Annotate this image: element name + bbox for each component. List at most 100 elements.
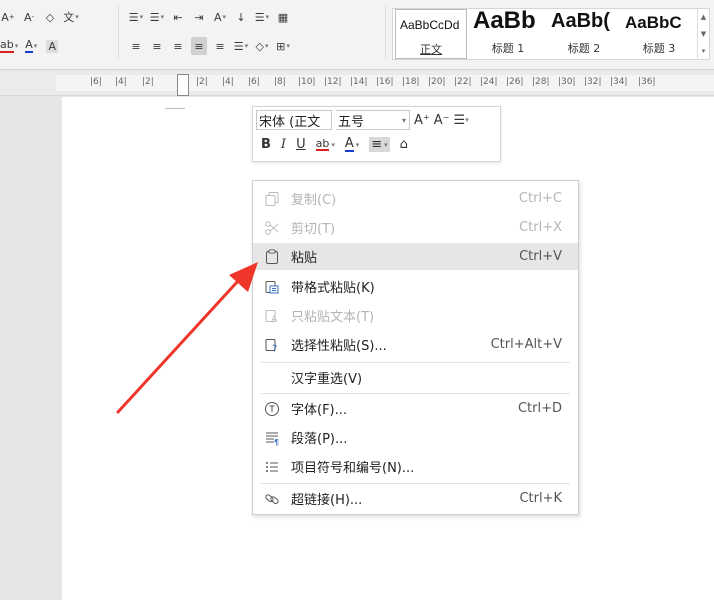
menu-divider [261, 483, 570, 484]
bold-icon: B [261, 137, 271, 152]
highlight-icon: ab [0, 38, 14, 53]
menu-item-label: 超链接(H)... [291, 493, 363, 508]
link-icon [263, 490, 281, 508]
increase-indent-button[interactable]: ⇥ [191, 8, 207, 26]
grow-font-button[interactable]: A + [0, 8, 16, 26]
paragraph-icon: ¶ [263, 429, 281, 447]
font-name-select[interactable]: 宋体 (正文 [256, 110, 332, 130]
ruler-tick: |20| [428, 77, 446, 87]
distributed-button[interactable]: ≡ [212, 37, 228, 55]
list-button[interactable]: ☰ ▾ [454, 113, 469, 128]
table-border-button[interactable]: ▦ [275, 8, 291, 26]
style-preview: AaBb [473, 9, 536, 34]
list-icon [263, 458, 281, 476]
menu-item-label: 只粘贴文本(T) [291, 310, 375, 325]
font-size-select[interactable]: 五号 ▾ [336, 110, 410, 130]
ribbon-paragraph-row-1: ☰ ▾ ☰ ▾ ⇤ ⇥ A ▾ ↓ ☰ ▾ ▦ [128, 8, 291, 26]
char-scale-button[interactable]: A ▾ [212, 8, 228, 26]
font-color-button[interactable]: A ▾ [23, 37, 39, 55]
bold-button[interactable]: B [261, 137, 271, 152]
ruler-tick: |12| [324, 77, 342, 87]
borders-button[interactable]: ⊞ ▾ [275, 37, 291, 55]
style-preview: AaBb( [551, 10, 610, 32]
align-icon: ≡ [371, 137, 383, 152]
char-shading-icon: A [46, 39, 59, 53]
font-size-value: 五号 [338, 114, 365, 130]
menu-item-paste-special[interactable]: ? 选择性粘贴(S)... Ctrl+Alt+V [253, 331, 578, 358]
paste-text-icon: A [263, 307, 281, 325]
align-button[interactable]: ≡ ▾ [369, 137, 390, 152]
shrink-font-button[interactable]: A⁻ [434, 113, 450, 128]
underline-button[interactable]: U [296, 137, 306, 152]
justify-button[interactable]: ≡ [191, 37, 207, 55]
gallery-scroll[interactable]: ▲ ▼ ▾ [697, 9, 709, 59]
format-painter-button[interactable]: ⌂ [400, 137, 408, 152]
align-center-button[interactable]: ≡ [149, 37, 165, 55]
menu-item-label: 汉字重选(V) [291, 372, 363, 387]
align-left-button[interactable]: ≡ [128, 37, 144, 55]
menu-item-shortcut: Ctrl+D [517, 401, 562, 416]
shrink-font-button[interactable]: A- [21, 8, 37, 26]
page-corner-mark [165, 108, 185, 109]
menu-item-paste[interactable]: 粘贴 Ctrl+V [253, 243, 578, 270]
clear-format-button[interactable]: ◇ [42, 8, 58, 26]
grow-font-button[interactable]: A⁺ [414, 113, 430, 128]
italic-button[interactable]: I [281, 137, 286, 152]
menu-item-copy[interactable]: 复制(C) Ctrl+C [253, 185, 578, 212]
numbering-button[interactable]: ☰ ▾ [149, 8, 165, 26]
shading-icon: ◇ [255, 39, 264, 53]
ruler-tick: |28| [532, 77, 550, 87]
menu-divider [261, 362, 570, 363]
style-heading-3[interactable]: AaBbC 标题 3 [621, 9, 697, 59]
ruler-tick: |22| [454, 77, 472, 87]
menu-item-cut[interactable]: 剪切(T) Ctrl+X [253, 214, 578, 241]
sort-button[interactable]: ↓ [233, 8, 249, 26]
font-color-button[interactable]: A ▾ [344, 137, 359, 152]
ribbon-row-2: ab ▾ A ▾ A [0, 37, 60, 55]
style-heading-2[interactable]: AaBb( 标题 2 [547, 9, 621, 59]
ruler-tick: |32| [584, 77, 602, 87]
menu-item-label: 复制(C) [291, 193, 337, 208]
menu-item-shortcut: Ctrl+Alt+V [490, 337, 562, 352]
menu-item-paste-text-only[interactable]: A 只粘贴文本(T) [253, 302, 578, 329]
highlight-button[interactable]: ab ▾ [0, 37, 18, 55]
line-spacing-button[interactable]: ☰ ▾ [233, 37, 249, 55]
spacing-button[interactable]: ☰ ▾ [254, 8, 270, 26]
menu-item-reselect-hanzi[interactable]: 汉字重选(V) [253, 364, 578, 391]
style-normal[interactable]: AaBbCcDd 正文 [395, 9, 467, 59]
align-left-icon: ≡ [131, 39, 141, 53]
menu-item-font[interactable]: 字体(F)... Ctrl+D [253, 395, 578, 422]
align-right-button[interactable]: ≡ [170, 37, 186, 55]
chevron-down-icon[interactable]: ▼ [701, 30, 706, 38]
underline-icon: U [296, 137, 306, 152]
style-name: 正文 [420, 43, 442, 56]
menu-item-shortcut: Ctrl+V [519, 249, 562, 264]
menu-item-paste-with-format[interactable]: 带格式粘贴(K) [253, 273, 578, 300]
chevron-up-icon[interactable]: ▲ [701, 13, 706, 21]
numbering-icon: ☰ [149, 10, 160, 24]
svg-text:¶: ¶ [274, 438, 279, 446]
ruler-tick: |36| [638, 77, 656, 87]
ruler-tick: |10| [298, 77, 316, 87]
font-icon [263, 400, 281, 418]
menu-item-shortcut: Ctrl+K [519, 491, 562, 506]
borders-icon: ⊞ [276, 39, 286, 53]
horizontal-ruler[interactable]: |6| |4| |2| |2| |4| |6| |8| |10| |12| |1… [0, 71, 714, 96]
char-shading-button[interactable]: A [44, 37, 60, 55]
bullets-icon: ☰ [128, 10, 139, 24]
decrease-indent-button[interactable]: ⇤ [170, 8, 186, 26]
menu-item-hyperlink[interactable]: 超链接(H)... Ctrl+K [253, 485, 578, 512]
style-heading-1[interactable]: AaBb 标题 1 [469, 9, 547, 59]
ruler-tick: |4| [222, 77, 234, 87]
ruler-tick: |16| [376, 77, 394, 87]
shading-button[interactable]: ◇ ▾ [254, 37, 270, 55]
bullets-button[interactable]: ☰ ▾ [128, 8, 144, 26]
indent-marker[interactable] [177, 74, 189, 96]
menu-item-paragraph[interactable]: ¶ 段落(P)... [253, 424, 578, 451]
ruler-tick: |14| [350, 77, 368, 87]
expand-icon[interactable]: ▾ [702, 47, 706, 55]
menu-item-bullets-numbering[interactable]: 项目符号和编号(N)... [253, 453, 578, 480]
phonetic-guide-button[interactable]: 文 ▾ [63, 8, 79, 26]
highlight-button[interactable]: ab ▾ [315, 138, 335, 151]
ribbon-row-1: A + A- ◇ 文 ▾ [0, 8, 79, 26]
